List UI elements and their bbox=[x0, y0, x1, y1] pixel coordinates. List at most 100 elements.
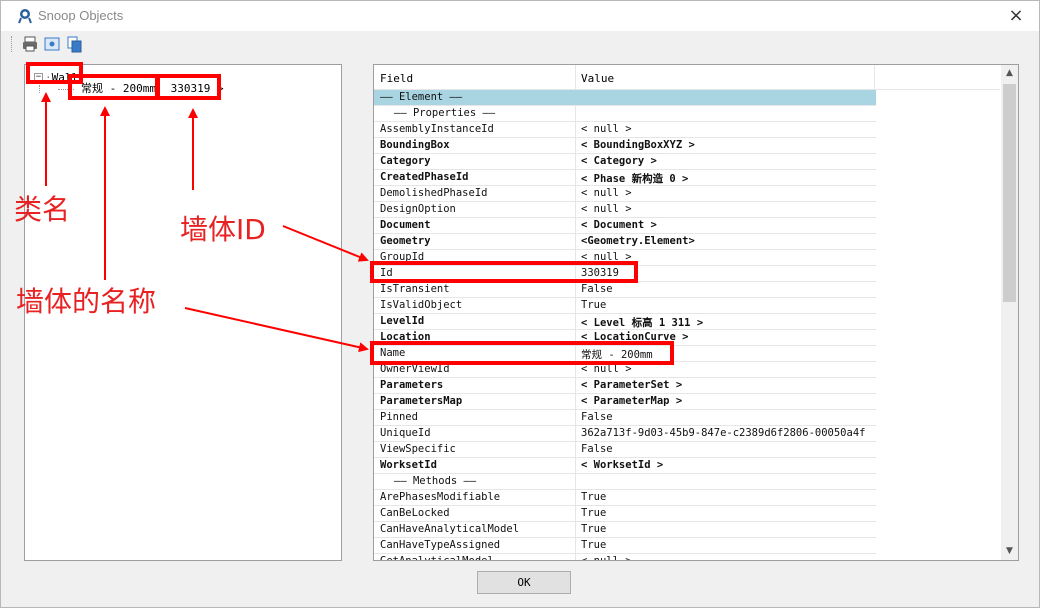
value-cell[interactable]: < Category > bbox=[581, 155, 657, 167]
field-cell: CanHaveAnalyticalModel bbox=[380, 523, 520, 535]
column-divider bbox=[575, 474, 576, 490]
table-row[interactable]: CanBeLocked True bbox=[374, 506, 876, 522]
value-cell: False bbox=[581, 411, 613, 423]
annotation-wall-name: 墙体的名称 bbox=[16, 285, 157, 318]
column-divider bbox=[575, 442, 576, 458]
value-cell[interactable]: < Phase 新构造 0 > bbox=[581, 171, 688, 186]
toolbar-grip[interactable] bbox=[11, 36, 14, 52]
table-row[interactable]: Parameters < ParameterSet > bbox=[374, 378, 876, 394]
field-cell: UniqueId bbox=[380, 427, 431, 439]
column-divider bbox=[575, 170, 576, 186]
value-cell[interactable]: < null > bbox=[581, 187, 632, 199]
snoop-app-icon bbox=[18, 9, 32, 24]
value-cell: True bbox=[581, 539, 607, 551]
value-cell[interactable]: < ParameterSet > bbox=[581, 379, 682, 391]
value-cell: False bbox=[581, 283, 613, 295]
table-row[interactable]: Geometry <Geometry.Element> bbox=[374, 234, 876, 250]
value-cell: True bbox=[581, 491, 607, 503]
field-cell: DemolishedPhaseId bbox=[380, 187, 488, 199]
scroll-up-arrow-icon[interactable]: ▲ bbox=[1001, 65, 1018, 82]
column-divider bbox=[575, 458, 576, 474]
column-divider bbox=[575, 282, 576, 298]
annotation-class-name: 类名 bbox=[14, 193, 71, 226]
scroll-thumb[interactable] bbox=[1003, 84, 1016, 302]
vertical-scrollbar[interactable]: ▲ ▼ bbox=[1001, 65, 1018, 560]
field-cell: DesignOption bbox=[380, 203, 456, 215]
field-column-header[interactable]: Field bbox=[380, 72, 413, 85]
copy-icon[interactable] bbox=[65, 35, 83, 53]
field-cell: WorksetId bbox=[380, 459, 437, 471]
table-row[interactable]: ArePhasesModifiable True bbox=[374, 490, 876, 506]
grid-section-row[interactable]: —— Properties —— bbox=[374, 106, 876, 122]
field-cell: Geometry bbox=[380, 235, 431, 247]
column-divider bbox=[575, 106, 576, 122]
scroll-down-arrow-icon[interactable]: ▼ bbox=[1001, 543, 1018, 560]
value-cell[interactable]: < null > bbox=[581, 555, 632, 560]
table-row[interactable]: IsValidObject True bbox=[374, 298, 876, 314]
field-cell: IsValidObject bbox=[380, 299, 463, 311]
highlight-box-id-row bbox=[370, 261, 638, 283]
table-row[interactable]: GetAnalyticalModel < null > bbox=[374, 554, 876, 561]
table-row[interactable]: Pinned False bbox=[374, 410, 876, 426]
column-divider bbox=[575, 538, 576, 554]
preview-icon[interactable] bbox=[43, 35, 61, 53]
column-divider bbox=[575, 426, 576, 442]
table-row[interactable]: Document < Document > bbox=[374, 218, 876, 234]
value-cell[interactable]: < WorksetId > bbox=[581, 459, 663, 471]
column-divider bbox=[575, 65, 576, 90]
column-divider bbox=[575, 122, 576, 138]
table-row[interactable]: WorksetId < WorksetId > bbox=[374, 458, 876, 474]
highlight-box-wall-name bbox=[68, 74, 159, 100]
table-row[interactable]: ViewSpecific False bbox=[374, 442, 876, 458]
ok-button[interactable]: OK bbox=[477, 571, 571, 594]
printer-icon[interactable] bbox=[21, 35, 39, 53]
column-divider bbox=[575, 202, 576, 218]
value-cell[interactable]: < null > bbox=[581, 123, 632, 135]
table-row[interactable]: CanHaveAnalyticalModel True bbox=[374, 522, 876, 538]
table-row[interactable]: ParametersMap < ParameterMap > bbox=[374, 394, 876, 410]
value-cell[interactable]: < ParameterMap > bbox=[581, 395, 682, 407]
column-divider bbox=[575, 154, 576, 170]
value-column-header[interactable]: Value bbox=[581, 72, 614, 85]
field-cell: AssemblyInstanceId bbox=[380, 123, 494, 135]
column-divider bbox=[575, 554, 576, 560]
value-cell: False bbox=[581, 443, 613, 455]
table-row[interactable]: CreatedPhaseId < Phase 新构造 0 > bbox=[374, 170, 876, 186]
value-cell[interactable]: < Level 标高 1 311 > bbox=[581, 315, 703, 330]
table-row[interactable]: CanHaveTypeAssigned True bbox=[374, 538, 876, 554]
toolbar bbox=[1, 31, 1039, 57]
field-cell: ParametersMap bbox=[380, 395, 463, 407]
grid-header: Field Value bbox=[374, 65, 1000, 90]
table-row[interactable]: DemolishedPhaseId < null > bbox=[374, 186, 876, 202]
title-bar: Snoop Objects × bbox=[1, 1, 1039, 31]
value-cell[interactable]: < null > bbox=[581, 203, 632, 215]
column-divider bbox=[575, 138, 576, 154]
value-cell: True bbox=[581, 523, 607, 535]
field-cell: —— Element —— bbox=[380, 91, 463, 103]
value-cell[interactable]: <Geometry.Element> bbox=[581, 235, 695, 247]
field-cell: GetAnalyticalModel bbox=[380, 555, 494, 561]
column-divider bbox=[575, 394, 576, 410]
table-row[interactable]: BoundingBox < BoundingBoxXYZ > bbox=[374, 138, 876, 154]
close-button[interactable]: × bbox=[1003, 4, 1029, 28]
column-divider bbox=[874, 65, 875, 90]
field-cell: —— Properties —— bbox=[394, 107, 496, 119]
value-cell[interactable]: < Document > bbox=[581, 219, 657, 231]
table-row[interactable]: AssemblyInstanceId < null > bbox=[374, 122, 876, 138]
column-divider bbox=[575, 314, 576, 330]
annotation-wall-id: 墙体ID bbox=[180, 213, 266, 246]
grid-rows: —— Element —— —— Properties —— AssemblyIns… bbox=[374, 90, 1000, 561]
tree-line bbox=[39, 85, 40, 93]
value-cell[interactable]: < BoundingBoxXYZ > bbox=[581, 139, 695, 151]
property-grid-panel[interactable]: Field Value —— Element —— —— Properties —… bbox=[373, 64, 1019, 561]
grid-section-row[interactable]: —— Methods —— bbox=[374, 474, 876, 490]
value-cell: 362a713f-9d03-45b9-847e-c2389d6f2806-000… bbox=[581, 427, 866, 439]
table-row[interactable]: DesignOption < null > bbox=[374, 202, 876, 218]
table-row[interactable]: UniqueId 362a713f-9d03-45b9-847e-c2389d6f… bbox=[374, 426, 876, 442]
column-divider bbox=[575, 186, 576, 202]
value-cell: True bbox=[581, 299, 607, 311]
grid-section-row[interactable]: —— Element —— bbox=[374, 90, 876, 106]
table-row[interactable]: IsTransient False bbox=[374, 282, 876, 298]
table-row[interactable]: LevelId < Level 标高 1 311 > bbox=[374, 314, 876, 330]
table-row[interactable]: Category < Category > bbox=[374, 154, 876, 170]
